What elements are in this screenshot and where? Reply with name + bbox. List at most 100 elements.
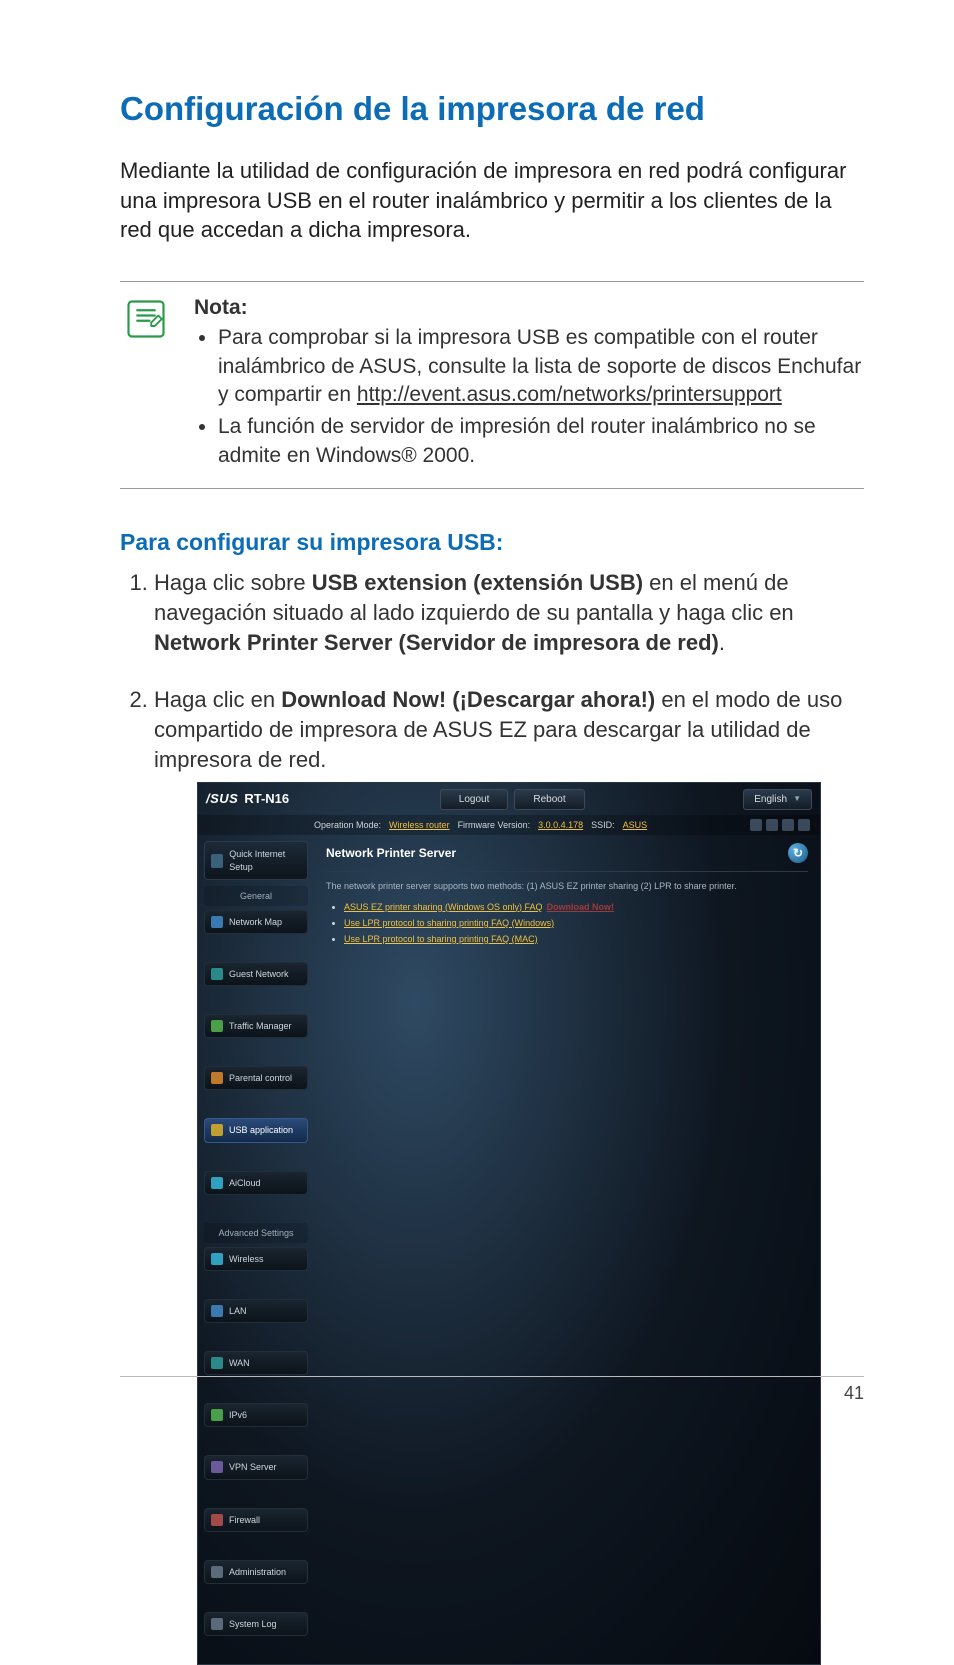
step-1-bold1: USB extension (extensión USB) bbox=[312, 570, 643, 595]
sidebar-item-network-map[interactable]: Network Map bbox=[204, 910, 308, 934]
sidebar-item-wireless[interactable]: Wireless bbox=[204, 1247, 308, 1271]
lpr-windows-faq-link[interactable]: Use LPR protocol to sharing printing FAQ… bbox=[344, 918, 554, 928]
sidebar-item-firewall[interactable]: Firewall bbox=[204, 1508, 308, 1532]
page-number: 41 bbox=[844, 1383, 864, 1403]
usb-icon bbox=[211, 1124, 223, 1136]
step-2-pre: Haga clic en bbox=[154, 687, 281, 712]
sidebar-label: IPv6 bbox=[229, 1409, 247, 1421]
status-icon-2 bbox=[766, 819, 778, 831]
ipv6-icon bbox=[211, 1409, 223, 1421]
step-1-post: . bbox=[719, 630, 725, 655]
sidebar-label: System Log bbox=[229, 1618, 277, 1630]
vpn-icon bbox=[211, 1461, 223, 1473]
sidebar-label: VPN Server bbox=[229, 1461, 277, 1473]
sidebar-label: Administration bbox=[229, 1566, 286, 1578]
reboot-button[interactable]: Reboot bbox=[514, 789, 584, 811]
brand-logo: /SUS bbox=[206, 790, 238, 808]
link-row-3: Use LPR protocol to sharing printing FAQ… bbox=[344, 933, 808, 945]
sidebar-label: AiCloud bbox=[229, 1177, 261, 1189]
qis-label: Quick Internet Setup bbox=[229, 848, 301, 872]
users-icon bbox=[211, 968, 223, 980]
page-title: Configuración de la impresora de red bbox=[120, 90, 864, 128]
page-footer: 41 bbox=[120, 1376, 864, 1404]
gear-icon bbox=[211, 1566, 223, 1578]
op-mode-value[interactable]: Wireless router bbox=[389, 819, 450, 831]
note-block: Nota: Para comprobar si la impresora USB… bbox=[120, 281, 864, 489]
step-1: Haga clic sobre USB extension (extensión… bbox=[154, 568, 864, 657]
section-subheading: Para configurar su impresora USB: bbox=[120, 529, 864, 556]
sidebar-item-system-log[interactable]: System Log bbox=[204, 1612, 308, 1636]
sidebar-label: Wireless bbox=[229, 1253, 264, 1265]
sidebar-label: Network Map bbox=[229, 916, 282, 928]
language-label: English bbox=[754, 793, 787, 807]
ssid-value[interactable]: ASUS bbox=[623, 819, 648, 831]
step-1-pre: Haga clic sobre bbox=[154, 570, 312, 595]
link-row-1: ASUS EZ printer sharing (Windows OS only… bbox=[344, 901, 808, 913]
sidebar-label: Guest Network bbox=[229, 968, 289, 980]
sidebar-item-lan[interactable]: LAN bbox=[204, 1299, 308, 1323]
chevron-down-icon: ▼ bbox=[793, 794, 801, 805]
router-ui-screenshot: /SUS RT-N16 Logout Reboot English ▼ Opera… bbox=[197, 782, 821, 1665]
language-selector[interactable]: English ▼ bbox=[743, 789, 812, 811]
sidebar-label: Firewall bbox=[229, 1514, 260, 1526]
link-row-2: Use LPR protocol to sharing printing FAQ… bbox=[344, 917, 808, 929]
logout-button[interactable]: Logout bbox=[440, 789, 509, 811]
op-mode-label: Operation Mode: bbox=[314, 819, 381, 831]
note-bullet-2: La función de servidor de impresión del … bbox=[218, 413, 864, 470]
panel-description: The network printer server supports two … bbox=[326, 880, 808, 892]
sidebar-item-ipv6[interactable]: IPv6 bbox=[204, 1403, 308, 1427]
download-now-link[interactable]: Download Now! bbox=[547, 902, 615, 912]
fw-label: Firmware Version: bbox=[458, 819, 531, 831]
sidebar-item-traffic-manager[interactable]: Traffic Manager bbox=[204, 1014, 308, 1038]
lpr-mac-faq-link[interactable]: Use LPR protocol to sharing printing FAQ… bbox=[344, 934, 538, 944]
sidebar-section-general: General bbox=[204, 886, 308, 906]
sidebar-section-advanced: Advanced Settings bbox=[204, 1223, 308, 1243]
router-info-bar: Operation Mode: Wireless router Firmware… bbox=[198, 815, 820, 835]
ez-printer-faq-link[interactable]: ASUS EZ printer sharing (Windows OS only… bbox=[344, 902, 543, 912]
wand-icon bbox=[211, 854, 223, 868]
globe-icon bbox=[211, 1357, 223, 1369]
step-1-bold2: Network Printer Server (Servidor de impr… bbox=[154, 630, 719, 655]
ssid-label: SSID: bbox=[591, 819, 615, 831]
sidebar-label: Traffic Manager bbox=[229, 1020, 292, 1032]
wifi-icon bbox=[211, 1253, 223, 1265]
note-bullet-1: Para comprobar si la impresora USB es co… bbox=[218, 324, 864, 409]
note-body: Nota: Para comprobar si la impresora USB… bbox=[172, 294, 864, 474]
status-icon-1 bbox=[750, 819, 762, 831]
home-icon bbox=[211, 1305, 223, 1317]
sidebar-item-administration[interactable]: Administration bbox=[204, 1560, 308, 1584]
status-icon-4 bbox=[798, 819, 810, 831]
intro-text: Mediante la utilidad de configuración de… bbox=[120, 156, 864, 245]
log-icon bbox=[211, 1618, 223, 1630]
cloud-icon bbox=[211, 1177, 223, 1189]
sidebar-label: WAN bbox=[229, 1357, 250, 1369]
sidebar-qis[interactable]: Quick Internet Setup bbox=[204, 841, 308, 879]
router-sidebar: Quick Internet Setup General Network Map… bbox=[198, 835, 314, 1664]
status-icon-3 bbox=[782, 819, 794, 831]
sidebar-item-wan[interactable]: WAN bbox=[204, 1351, 308, 1375]
lock-icon bbox=[211, 1072, 223, 1084]
node-icon bbox=[211, 916, 223, 928]
router-header: /SUS RT-N16 Logout Reboot English ▼ bbox=[198, 783, 820, 815]
shield-icon bbox=[211, 1514, 223, 1526]
fw-value[interactable]: 3.0.0.4.178 bbox=[538, 819, 583, 831]
sidebar-item-aicloud[interactable]: AiCloud bbox=[204, 1171, 308, 1195]
step-2: Haga clic en Download Now! (¡Descargar a… bbox=[154, 685, 864, 1665]
chart-icon bbox=[211, 1020, 223, 1032]
sidebar-item-vpn-server[interactable]: VPN Server bbox=[204, 1455, 308, 1479]
step-2-bold1: Download Now! (¡Descargar ahora!) bbox=[281, 687, 655, 712]
router-main-panel: Network Printer Server ↻ The network prin… bbox=[314, 835, 820, 1664]
sidebar-label: Parental control bbox=[229, 1072, 292, 1084]
sidebar-label: LAN bbox=[229, 1305, 247, 1317]
sidebar-label: USB application bbox=[229, 1124, 293, 1136]
note-icon bbox=[120, 294, 172, 474]
model-label: RT-N16 bbox=[244, 790, 289, 808]
sidebar-item-guest-network[interactable]: Guest Network bbox=[204, 962, 308, 986]
panel-title: Network Printer Server bbox=[326, 845, 456, 861]
divider bbox=[326, 871, 808, 872]
refresh-button[interactable]: ↻ bbox=[788, 843, 808, 863]
note-heading: Nota: bbox=[194, 294, 864, 322]
sidebar-item-usb-application[interactable]: USB application bbox=[204, 1118, 308, 1142]
note-bullet-1-link: http://event.asus.com/networks/printersu… bbox=[357, 383, 782, 406]
sidebar-item-parental-control[interactable]: Parental control bbox=[204, 1066, 308, 1090]
